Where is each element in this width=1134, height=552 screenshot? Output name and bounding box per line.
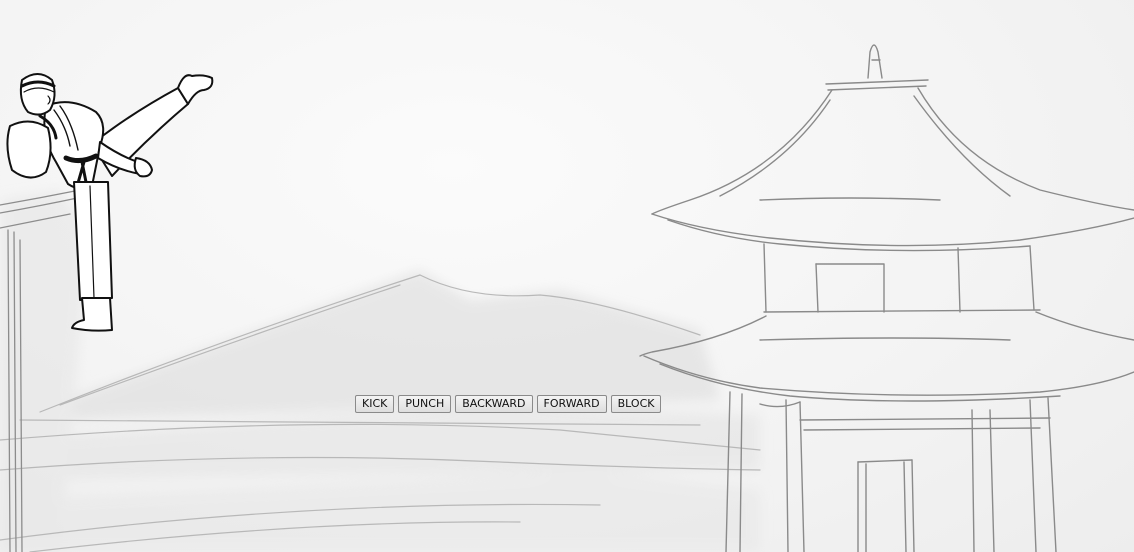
punch-button[interactable]: PUNCH <box>398 395 452 413</box>
game-stage: KICK PUNCH BACKWARD FORWARD BLOCK <box>0 0 1134 552</box>
forward-button[interactable]: FORWARD <box>536 395 607 413</box>
kick-button[interactable]: KICK <box>355 395 395 413</box>
backward-button[interactable]: BACKWARD <box>455 395 533 413</box>
block-button[interactable]: BLOCK <box>610 395 662 413</box>
fighter-character <box>6 73 214 332</box>
pagoda <box>639 44 1134 552</box>
control-bar: KICK PUNCH BACKWARD FORWARD BLOCK <box>355 395 662 413</box>
